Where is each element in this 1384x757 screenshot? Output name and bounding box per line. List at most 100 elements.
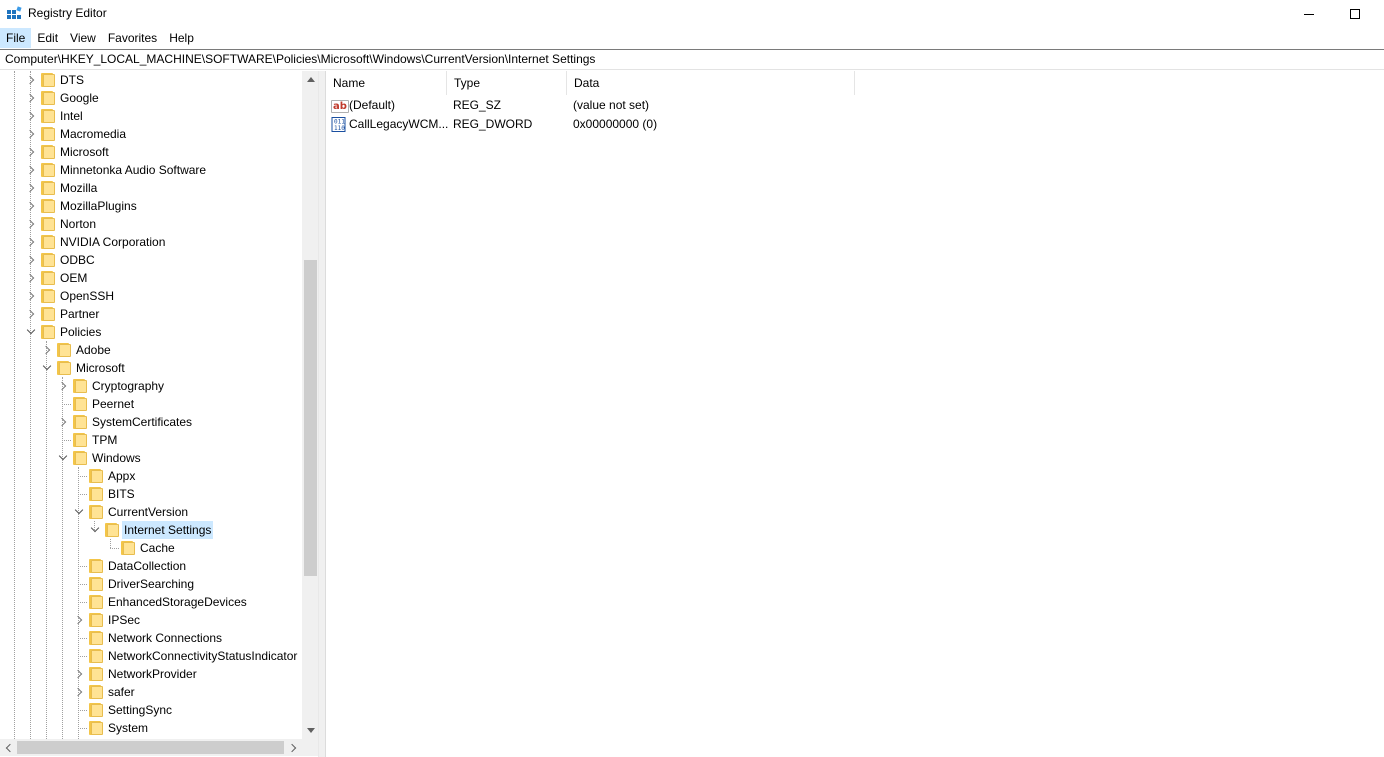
chevron-right-icon[interactable]	[73, 614, 84, 625]
tree-node[interactable]: NetworkProvider	[0, 665, 302, 683]
tree-node[interactable]: Policies	[0, 323, 302, 341]
tree-node[interactable]: safer	[0, 683, 302, 701]
chevron-right-icon[interactable]	[25, 74, 36, 85]
tree-node[interactable]: Appx	[0, 467, 302, 485]
title-bar: Registry Editor	[0, 0, 1384, 28]
chevron-right-icon[interactable]	[73, 686, 84, 697]
scroll-left-button[interactable]	[0, 739, 17, 756]
tree-node[interactable]: ODBC	[0, 251, 302, 269]
menu-help[interactable]: Help	[163, 28, 200, 48]
menu-favorites[interactable]: Favorites	[102, 28, 163, 48]
folder-icon	[57, 361, 71, 375]
tree-node[interactable]: DataCollection	[0, 557, 302, 575]
tree-node[interactable]: TPM	[0, 431, 302, 449]
tree-node[interactable]: IPSec	[0, 611, 302, 629]
minimize-button[interactable]	[1286, 0, 1332, 28]
chevron-right-icon[interactable]	[25, 110, 36, 121]
tree-vertical-scroll-thumb[interactable]	[304, 260, 317, 576]
tree-node[interactable]: NVIDIA Corporation	[0, 233, 302, 251]
scroll-right-button[interactable]	[285, 739, 302, 756]
address-bar[interactable]: Computer\HKEY_LOCAL_MACHINE\SOFTWARE\Pol…	[0, 49, 1384, 70]
chevron-down-icon[interactable]	[89, 523, 100, 535]
value-row[interactable]: 011 110 CallLegacyWCM... REG_DWORD 0x000…	[326, 115, 1384, 134]
tree-node[interactable]: NetworkConnectivityStatusIndicator	[0, 647, 302, 665]
menu-file[interactable]: File	[0, 28, 32, 48]
tree-node[interactable]: EnhancedStorageDevices	[0, 593, 302, 611]
chevron-right-icon[interactable]	[25, 200, 36, 211]
chevron-right-icon[interactable]	[25, 236, 36, 247]
chevron-right-icon[interactable]	[25, 182, 36, 193]
tree-node[interactable]: OpenSSH	[0, 287, 302, 305]
chevron-right-icon[interactable]	[25, 146, 36, 157]
tree-node[interactable]: Internet Settings	[0, 521, 302, 539]
tree-node[interactable]: MozillaPlugins	[0, 197, 302, 215]
menu-view[interactable]: View	[64, 28, 102, 48]
folder-icon	[89, 577, 103, 591]
chevron-right-icon[interactable]	[25, 290, 36, 301]
key-tree[interactable]: DTS Google Intel Macromedia Microsoft Minneto…	[0, 71, 302, 739]
chevron-right-icon[interactable]	[25, 254, 36, 265]
folder-icon	[41, 145, 55, 159]
chevron-right-icon[interactable]	[25, 128, 36, 139]
chevron-right-icon[interactable]	[73, 668, 84, 679]
folder-icon	[41, 73, 55, 87]
tree-node[interactable]: BITS	[0, 485, 302, 503]
tree-horizontal-scrollbar[interactable]	[0, 739, 302, 756]
tree-node[interactable]: System	[0, 719, 302, 737]
chevron-right-icon[interactable]	[25, 92, 36, 103]
values-list-pane[interactable]: Name Type Data ab (Default) REG_SZ (valu…	[325, 71, 1384, 757]
tree-node[interactable]: Peernet	[0, 395, 302, 413]
scroll-up-button[interactable]	[302, 71, 318, 88]
column-header-data[interactable]: Data	[567, 71, 855, 95]
chevron-right-icon[interactable]	[57, 416, 68, 427]
tree-node[interactable]: Mozilla	[0, 179, 302, 197]
tree-vertical-scrollbar[interactable]	[302, 71, 318, 739]
tree-node[interactable]: Network Connections	[0, 629, 302, 647]
tree-node[interactable]: Intel	[0, 107, 302, 125]
tree-node[interactable]: Microsoft	[0, 359, 302, 377]
tree-node[interactable]: Windows	[0, 449, 302, 467]
column-header-type[interactable]: Type	[447, 71, 567, 95]
tree-node[interactable]: Cache	[0, 539, 302, 557]
tree-node[interactable]: DTS	[0, 71, 302, 89]
tree-node[interactable]: OEM	[0, 269, 302, 287]
tree-horizontal-scroll-thumb[interactable]	[17, 741, 284, 754]
tree-node[interactable]: Microsoft	[0, 143, 302, 161]
value-name: CallLegacyWCM...	[349, 117, 449, 131]
scroll-down-button[interactable]	[302, 722, 318, 739]
tree-node-label: Microsoft	[76, 361, 125, 375]
tree-node-label: BITS	[108, 487, 135, 501]
tree-node[interactable]: Partner	[0, 305, 302, 323]
tree-node[interactable]: SettingSync	[0, 701, 302, 719]
chevron-right-icon[interactable]	[25, 308, 36, 319]
scroll-up-icon	[306, 77, 315, 82]
tree-node-label: Partner	[60, 307, 100, 321]
tree-node[interactable]: Minnetonka Audio Software	[0, 161, 302, 179]
tree-guide-line	[78, 728, 87, 729]
chevron-right-icon[interactable]	[25, 218, 36, 229]
tree-node[interactable]: DriverSearching	[0, 575, 302, 593]
chevron-down-icon[interactable]	[25, 325, 36, 337]
tree-node[interactable]: Cryptography	[0, 377, 302, 395]
maximize-button[interactable]	[1332, 0, 1378, 28]
tree-node[interactable]: Norton	[0, 215, 302, 233]
chevron-right-icon[interactable]	[41, 344, 52, 355]
chevron-down-icon[interactable]	[73, 505, 84, 517]
chevron-down-icon[interactable]	[41, 361, 52, 373]
chevron-down-icon[interactable]	[57, 451, 68, 463]
menu-edit[interactable]: Edit	[31, 28, 64, 48]
tree-node[interactable]: Macromedia	[0, 125, 302, 143]
tree-node[interactable]: CurrentVersion	[0, 503, 302, 521]
chevron-right-icon[interactable]	[57, 380, 68, 391]
key-tree-pane[interactable]: DTS Google Intel Macromedia Microsoft Minneto…	[0, 71, 319, 757]
folder-icon	[89, 685, 103, 699]
tree-node[interactable]: Google	[0, 89, 302, 107]
string-value-icon: ab	[331, 100, 349, 113]
tree-node[interactable]: Adobe	[0, 341, 302, 359]
value-row[interactable]: ab (Default) REG_SZ (value not set)	[326, 96, 1384, 115]
tree-node[interactable]: SystemCertificates	[0, 413, 302, 431]
column-header-name[interactable]: Name	[326, 71, 447, 95]
chevron-right-icon[interactable]	[25, 272, 36, 283]
chevron-right-icon[interactable]	[25, 164, 36, 175]
folder-icon	[41, 307, 55, 321]
